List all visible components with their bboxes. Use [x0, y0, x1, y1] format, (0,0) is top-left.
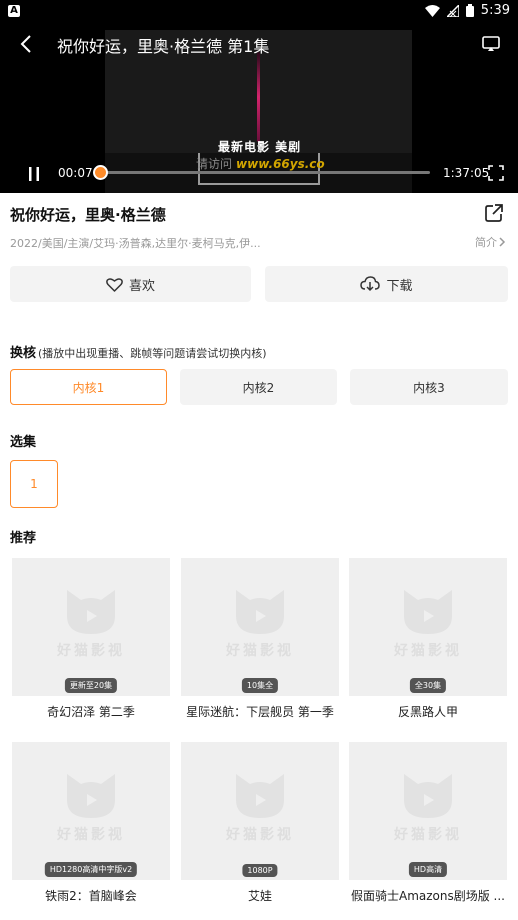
video-title: 祝你好运，里奥·格兰德 第1集: [57, 37, 270, 56]
wifi-icon: [424, 4, 440, 17]
recommend-badge: HD高清: [408, 862, 448, 877]
placeholder-brand: 好猫影视: [394, 643, 462, 659]
app-notification-icon: A: [8, 5, 20, 17]
cast-button[interactable]: [480, 33, 502, 55]
recommend-title[interactable]: 铁雨2：首脑峰会: [12, 887, 170, 904]
fullscreen-icon: [488, 165, 504, 181]
status-bar: A 5:39: [0, 0, 518, 24]
recommend-thumbnail[interactable]: 好猫影视 10集全: [181, 558, 339, 696]
pause-icon: [29, 167, 39, 181]
recommend-badge: 全30集: [409, 678, 447, 693]
recommend-badge: 10集全: [241, 678, 279, 693]
recommend-thumbnail[interactable]: 好猫影视 HD高清: [349, 742, 507, 880]
download-label: 下载: [386, 278, 413, 294]
cat-placeholder-icon: [404, 590, 452, 634]
watermark-prefix: 请访问: [196, 157, 233, 171]
cast-icon: [482, 36, 500, 51]
watermark-url: www.66ys.co: [236, 157, 325, 171]
like-button[interactable]: 喜欢: [10, 266, 251, 302]
show-title: 祝你好运，里奥·格兰德: [10, 206, 166, 224]
video-player[interactable]: 最新电影 美剧 请访问 www.66ys.co A 5:39 祝你好运，里奥·格兰…: [0, 0, 518, 193]
battery-icon: [465, 4, 474, 17]
recommend-thumbnail[interactable]: 好猫影视 1080P: [181, 742, 339, 880]
download-button[interactable]: 下载: [265, 266, 508, 302]
fullscreen-button[interactable]: [488, 165, 504, 181]
back-button[interactable]: [14, 32, 38, 56]
recommend-title[interactable]: 艾娃: [181, 887, 339, 904]
intro-link[interactable]: 简介: [475, 234, 506, 250]
episode-button-1[interactable]: 1: [10, 460, 58, 508]
cloud-download-icon: [360, 276, 381, 292]
recommend-title[interactable]: 反黑路人甲: [349, 703, 507, 720]
recommend-card[interactable]: 好猫影视更新至20集奇幻沼泽 第二季: [12, 558, 170, 720]
placeholder-brand: 好猫影视: [394, 827, 462, 843]
recommend-thumbnail[interactable]: 好猫影视 HD1280高清中字版v2: [12, 742, 170, 880]
recommend-card[interactable]: 好猫影视 HD1280高清中字版v2 铁雨2：首脑峰会: [12, 742, 170, 904]
chevron-left-icon: [20, 35, 31, 53]
current-time: 00:07: [58, 166, 93, 180]
recommend-badge: 1080P: [242, 864, 278, 877]
placeholder-brand: 好猫影视: [226, 643, 294, 659]
cat-placeholder-icon: [67, 774, 115, 818]
cat-placeholder-icon: [236, 590, 284, 634]
recommend-thumbnail[interactable]: 好猫影视更新至20集: [12, 558, 170, 696]
chevron-right-icon: [499, 237, 506, 247]
recommend-card[interactable]: 好猫影视 HD高清假面骑士Amazons剧场版 ...: [349, 742, 507, 904]
recommend-card[interactable]: 好猫影视 1080P 艾娃: [181, 742, 339, 904]
recommend-thumbnail[interactable]: 好猫影视全30集: [349, 558, 507, 696]
core-option-2[interactable]: 内核2: [180, 369, 337, 405]
recommend-heading: 推荐: [10, 531, 37, 546]
episodes-heading: 选集: [10, 435, 37, 450]
video-light-streak: [257, 52, 260, 142]
intro-label: 简介: [475, 236, 497, 249]
placeholder-brand: 好猫影视: [226, 827, 294, 843]
recommend-card[interactable]: 好猫影视 10集全星际迷航：下层舰员 第一季: [181, 558, 339, 720]
watermark-url-line: 请访问 www.66ys.co: [196, 155, 325, 172]
recommend-card[interactable]: 好猫影视全30集反黑路人甲: [349, 558, 507, 720]
cat-placeholder-icon: [404, 774, 452, 818]
placeholder-brand: 好猫影视: [57, 827, 125, 843]
like-label: 喜欢: [128, 278, 155, 294]
placeholder-brand: 好猫影视: [57, 643, 125, 659]
cat-placeholder-icon: [236, 774, 284, 818]
progress-bar[interactable]: [93, 165, 430, 180]
total-time: 1:37:05: [443, 166, 490, 180]
status-time: 5:39: [480, 3, 510, 18]
cat-placeholder-icon: [67, 590, 115, 634]
share-button[interactable]: [484, 203, 506, 225]
core-option-3[interactable]: 内核3: [350, 369, 508, 405]
signal-icon: [446, 4, 459, 17]
recommend-title[interactable]: 星际迷航：下层舰员 第一季: [181, 703, 339, 720]
show-meta: 2022/美国/主演/艾玛·汤普森,达里尔·麦柯马克,伊...: [10, 237, 261, 250]
recommend-title[interactable]: 假面骑士Amazons剧场版 ...: [349, 887, 507, 904]
core-hint: (播放中出现重播、跳帧等问题请尝试切换内核): [38, 347, 267, 360]
core-option-1[interactable]: 内核1: [10, 369, 167, 405]
share-icon: [485, 204, 503, 222]
core-heading: 换核 (播放中出现重播、跳帧等问题请尝试切换内核): [10, 346, 267, 361]
pause-button[interactable]: [24, 164, 44, 184]
recommend-badge: 更新至20集: [64, 678, 118, 693]
recommend-title[interactable]: 奇幻沼泽 第二季: [12, 703, 170, 720]
heart-icon: [106, 277, 123, 292]
recommend-badge: HD1280高清中字版v2: [44, 862, 138, 877]
